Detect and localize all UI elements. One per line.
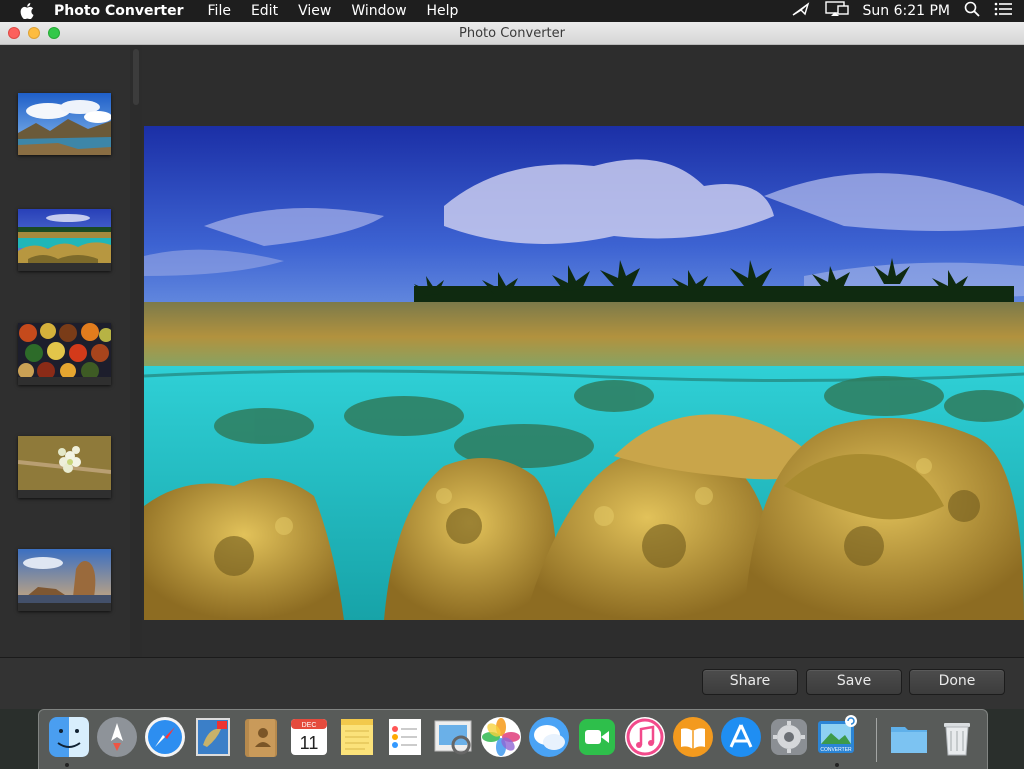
contacts-icon[interactable] bbox=[239, 715, 283, 759]
fullscreen-window-button[interactable] bbox=[48, 27, 60, 39]
main-photo-coral-reef[interactable] bbox=[144, 126, 1024, 620]
thumbnail-coral-reef[interactable] bbox=[18, 209, 111, 271]
photo-converter-icon[interactable]: CONVERTER bbox=[815, 715, 859, 759]
thumbnail-rock-formation[interactable] bbox=[18, 549, 111, 611]
menu-help[interactable]: Help bbox=[427, 3, 459, 19]
photos-icon[interactable] bbox=[479, 715, 523, 759]
app-menu[interactable]: Photo Converter bbox=[54, 3, 184, 19]
menu-bar: Photo Converter File Edit View Window He… bbox=[0, 0, 1024, 22]
facetime-icon[interactable] bbox=[575, 715, 619, 759]
thumbnail-spices[interactable] bbox=[18, 323, 113, 385]
notification-center-icon[interactable] bbox=[994, 2, 1012, 20]
notes-icon[interactable] bbox=[335, 715, 379, 759]
safari-icon[interactable] bbox=[143, 715, 187, 759]
photo-converter-running-indicator bbox=[835, 763, 839, 767]
share-button[interactable]: Share bbox=[702, 669, 798, 695]
dock: DEC 11 CONVERTER bbox=[38, 709, 988, 769]
sidebar-scroll-thumb[interactable] bbox=[133, 49, 139, 105]
notification-icon[interactable] bbox=[791, 1, 811, 21]
thumbnail-sidebar[interactable] bbox=[0, 45, 130, 657]
calendar-month: DEC bbox=[302, 722, 317, 729]
spotlight-search-icon[interactable] bbox=[964, 1, 980, 21]
menu-file[interactable]: File bbox=[208, 3, 231, 19]
minimize-window-button[interactable] bbox=[28, 27, 40, 39]
window-titlebar[interactable]: Photo Converter bbox=[0, 22, 1024, 45]
reminders-icon[interactable] bbox=[383, 715, 427, 759]
system-preferences-icon[interactable] bbox=[767, 715, 811, 759]
ibooks-icon[interactable] bbox=[671, 715, 715, 759]
messages-icon[interactable] bbox=[527, 715, 571, 759]
app-store-icon[interactable] bbox=[719, 715, 763, 759]
apple-menu-icon[interactable] bbox=[12, 3, 42, 19]
preview-icon[interactable] bbox=[431, 715, 475, 759]
finder-icon[interactable] bbox=[47, 715, 91, 759]
calendar-icon[interactable]: DEC 11 bbox=[287, 715, 331, 759]
menu-window[interactable]: Window bbox=[351, 3, 406, 19]
thumbnail-flower[interactable] bbox=[17, 436, 112, 498]
close-window-button[interactable] bbox=[8, 27, 20, 39]
photo-canvas bbox=[143, 45, 1024, 657]
dock-separator bbox=[876, 718, 877, 762]
done-button[interactable]: Done bbox=[909, 669, 1005, 695]
clock[interactable]: Sun 6:21 PM bbox=[863, 3, 951, 19]
app-window: Photo Converter Share Save Done bbox=[0, 22, 1024, 709]
sidebar-scrollbar[interactable] bbox=[130, 45, 142, 657]
menu-view[interactable]: View bbox=[298, 3, 331, 19]
menu-edit[interactable]: Edit bbox=[251, 3, 278, 19]
converter-label: CONVERTER bbox=[820, 747, 852, 753]
thumbnail-mountain-lake[interactable] bbox=[18, 93, 112, 155]
itunes-icon[interactable] bbox=[623, 715, 667, 759]
finder-running-indicator bbox=[65, 763, 69, 767]
window-title: Photo Converter bbox=[459, 25, 565, 41]
save-button[interactable]: Save bbox=[806, 669, 902, 695]
action-bar: Share Save Done bbox=[0, 657, 1024, 709]
launchpad-icon[interactable] bbox=[95, 715, 139, 759]
airplay-icon[interactable] bbox=[824, 1, 849, 21]
downloads-folder-icon[interactable] bbox=[887, 715, 931, 759]
mail-icon[interactable] bbox=[191, 715, 235, 759]
calendar-day: 11 bbox=[300, 733, 319, 753]
trash-icon[interactable] bbox=[935, 715, 979, 759]
